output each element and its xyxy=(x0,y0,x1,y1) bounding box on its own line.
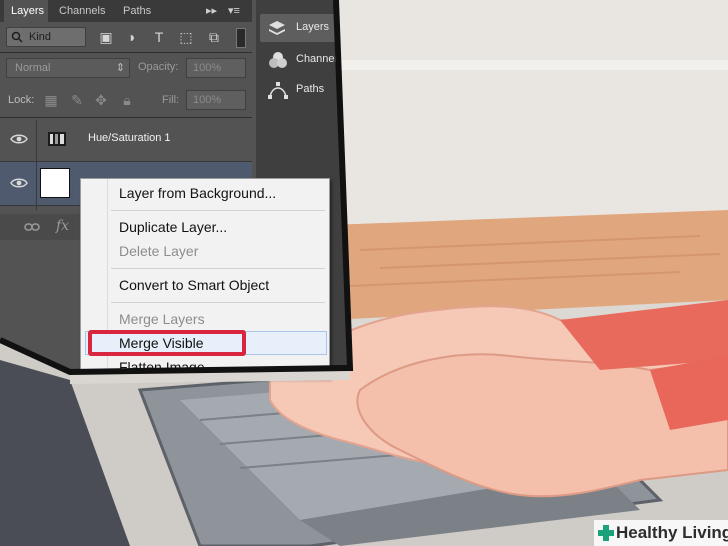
menu-item-duplicate-layer[interactable]: Duplicate Layer... xyxy=(119,219,227,235)
window-frame xyxy=(330,60,728,70)
search-icon xyxy=(11,31,23,43)
panel-menu-icon[interactable]: ▾≡ xyxy=(228,3,250,19)
lock-transparent-icon[interactable]: ▦ xyxy=(42,92,60,108)
watermark-text: Healthy Living xyxy=(616,523,728,542)
lock-image-icon[interactable]: ✎ xyxy=(68,92,86,108)
dock-label: Channels xyxy=(296,53,343,65)
fill-value: 100% xyxy=(193,94,222,106)
collapse-panel-icon[interactable]: ▸▸ xyxy=(206,3,220,19)
filter-pixel-icon[interactable]: ▣ xyxy=(97,29,115,45)
adjustment-layer-icon xyxy=(48,132,66,146)
layers-icon xyxy=(269,21,285,35)
dock-layers[interactable]: Layers xyxy=(260,14,348,42)
illustration-scene: Layers Channels Paths ▸▸ ▾≡ Kind ▣ ◑ T ⬚… xyxy=(0,0,728,546)
menu-item-layer-from-background[interactable]: Layer from Background... xyxy=(119,185,276,201)
tab-channels[interactable]: Channels xyxy=(52,0,112,22)
fill-label: Fill: xyxy=(162,94,180,106)
highlight-box xyxy=(88,330,246,356)
filter-type-icon[interactable]: T xyxy=(150,29,168,45)
select-arrow-icon: ⇕ xyxy=(115,62,125,74)
watermark: Healthy Living xyxy=(594,520,728,546)
dock-label: Layers xyxy=(296,21,330,33)
menu-separator xyxy=(111,268,325,269)
divider xyxy=(0,52,252,53)
paths-icon xyxy=(268,82,288,99)
health-cross-icon xyxy=(598,525,614,541)
menu-item-merge-layers: Merge Layers xyxy=(119,311,205,327)
filter-smart-object-icon[interactable]: ⧉ xyxy=(205,29,223,45)
visibility-column-divider xyxy=(36,120,37,210)
tab-layers[interactable]: Layers xyxy=(4,0,48,22)
link-icon[interactable] xyxy=(24,220,40,234)
filter-adjustment-icon[interactable]: ◑ xyxy=(122,29,140,45)
panel-tabs: Layers Channels Paths ▸▸ ▾≡ xyxy=(0,0,252,22)
opacity-input[interactable]: 100% xyxy=(186,58,246,78)
lock-position-icon[interactable]: ✥ xyxy=(92,92,110,108)
wall-upper xyxy=(330,0,728,230)
fx-icon[interactable]: fx xyxy=(56,218,69,234)
menu-separator xyxy=(111,302,325,303)
lock-label: Lock: xyxy=(8,94,35,106)
eye-icon[interactable] xyxy=(10,176,28,190)
blend-mode-select[interactable]: Normal ⇕ xyxy=(6,58,130,78)
fill-input[interactable]: 100% xyxy=(186,90,246,110)
menu-item-flatten-image[interactable]: Flatten Image xyxy=(119,359,205,375)
lock-all-icon[interactable]: 🔒︎ xyxy=(118,92,136,108)
eye-icon[interactable] xyxy=(10,132,28,146)
layer-thumbnail xyxy=(40,168,70,198)
dock-paths[interactable]: Paths xyxy=(260,76,348,104)
filter-shape-icon[interactable]: ⬚ xyxy=(177,29,195,45)
menu-item-convert-to-smart-object[interactable]: Convert to Smart Object xyxy=(119,277,269,293)
opacity-label: Opacity: xyxy=(138,61,179,73)
channels-icon xyxy=(269,52,287,68)
filter-kind-value: Kind xyxy=(29,31,52,43)
dock-label: Paths xyxy=(296,83,325,95)
dock-channels[interactable]: Channels xyxy=(260,46,348,74)
blend-mode-value: Normal xyxy=(15,62,51,74)
menu-separator xyxy=(111,210,325,211)
layer-row-hue-saturation[interactable]: Hue/Saturation 1 xyxy=(0,118,252,162)
layer-name: Hue/Saturation 1 xyxy=(88,132,171,144)
menu-item-delete-layer: Delete Layer xyxy=(119,243,199,259)
filter-toggle[interactable] xyxy=(236,28,246,48)
opacity-value: 100% xyxy=(193,62,222,74)
tab-paths[interactable]: Paths xyxy=(116,0,162,22)
